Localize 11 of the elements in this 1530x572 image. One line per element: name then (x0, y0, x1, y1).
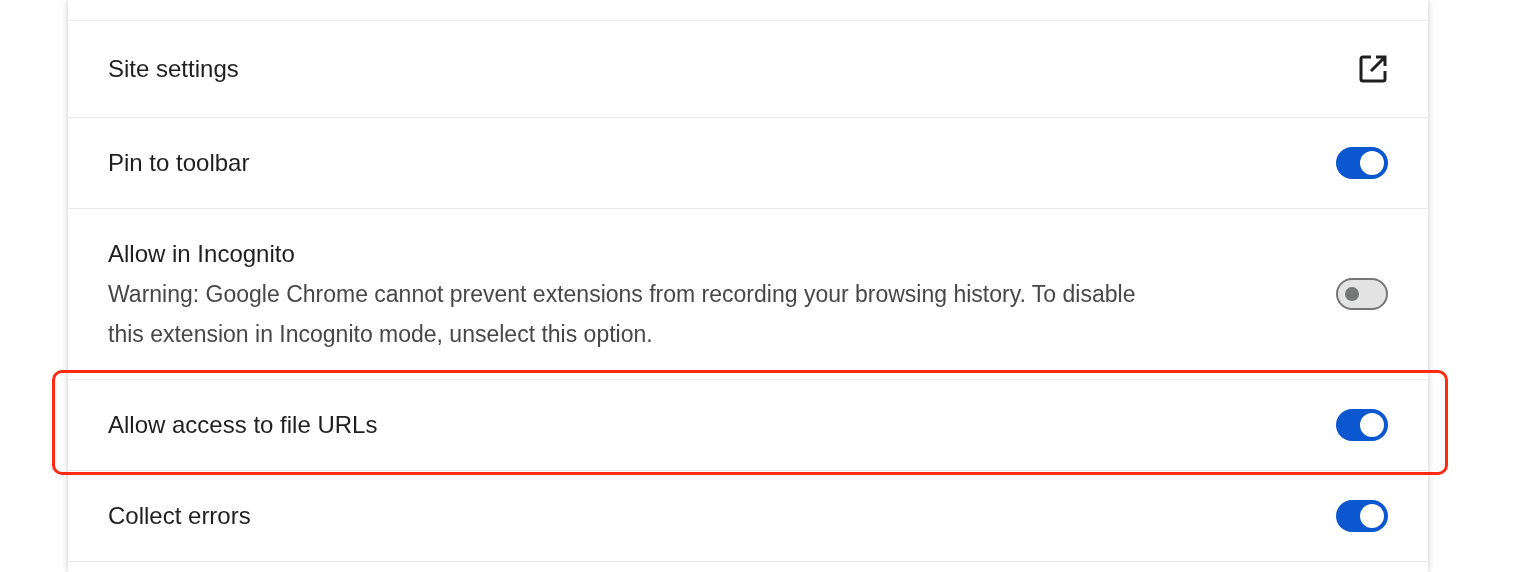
external-link-icon[interactable] (1358, 54, 1388, 84)
setting-label: Pin to toolbar (108, 148, 250, 178)
setting-label: Collect errors (108, 501, 251, 531)
setting-description: Warning: Google Chrome cannot prevent extensions from recording your browsing history. To disable this extension in Incognito mode, unselect this option. (108, 280, 1137, 349)
toggle-switch[interactable] (1336, 500, 1388, 532)
toggle-switch[interactable] (1336, 147, 1388, 179)
setting-label: Allow access to file URLs (108, 410, 378, 440)
setting-label: Site settings (108, 54, 239, 84)
setting-label: Allow in Incognito (108, 239, 296, 269)
toggle-switch[interactable] (1336, 278, 1388, 310)
toggle-switch[interactable] (1336, 409, 1388, 441)
